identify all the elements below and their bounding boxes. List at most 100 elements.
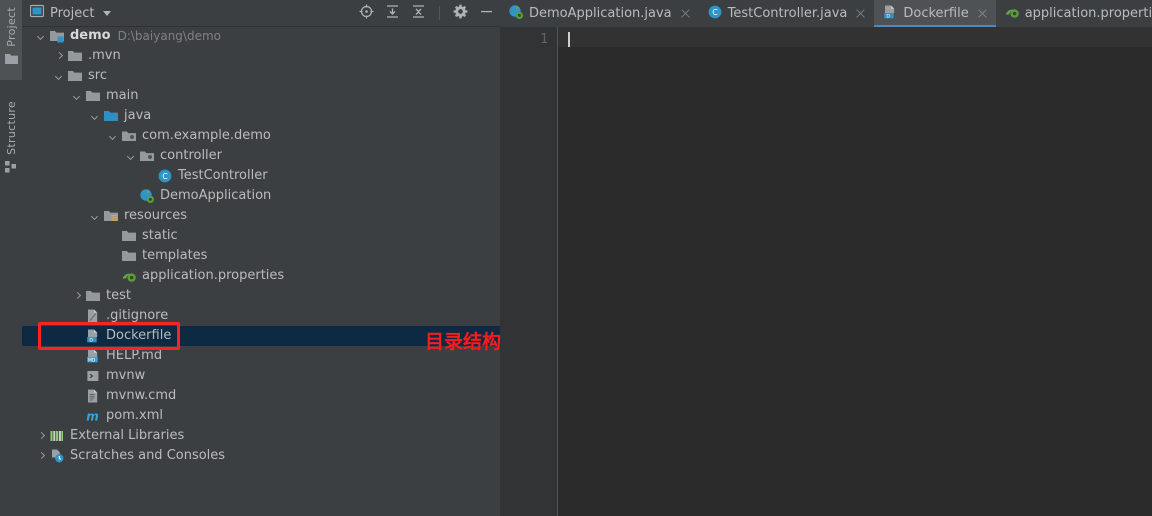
editor-tab-testcontroller-java[interactable]: C TestController.java (699, 0, 875, 27)
project-tree[interactable]: demo D:\baiyang\demo .mvn src main java … (22, 26, 500, 516)
docker-file-icon: D (882, 4, 898, 24)
tree-node-pom-xml[interactable]: m pom.xml (22, 406, 500, 426)
resource-root-folder-icon (103, 208, 119, 224)
tree-node-scratches-and-consoles[interactable]: Scratches and Consoles (22, 446, 500, 466)
editor-tab-dockerfile[interactable]: D Dockerfile (874, 0, 997, 27)
maven-pom-icon: m (85, 408, 101, 424)
tree-node-label: templates (142, 248, 208, 263)
chevron-down-icon[interactable] (72, 91, 83, 102)
line-number: 1 (540, 32, 548, 47)
tree-node-label: controller (160, 148, 223, 163)
svg-text:D: D (89, 337, 93, 343)
spring-properties-icon (121, 268, 137, 284)
text-caret (568, 32, 570, 47)
tool-window-button-structure-label: Structure (4, 101, 18, 155)
spring-properties-icon (1004, 4, 1020, 24)
tree-node-test[interactable]: test (22, 286, 500, 306)
tree-node-mvnw-cmd[interactable]: mvnw.cmd (22, 386, 500, 406)
close-icon[interactable] (977, 8, 988, 19)
java-class-icon: C (707, 4, 723, 24)
toolbar-divider (439, 6, 440, 20)
tree-node-mvnw[interactable]: mvnw (22, 366, 500, 386)
close-icon[interactable] (680, 8, 691, 19)
chevron-down-icon[interactable] (90, 111, 101, 122)
locate-in-tree-icon[interactable] (359, 4, 374, 23)
folder-icon (67, 48, 83, 64)
tree-node-label: pom.xml (106, 408, 163, 423)
tree-node-resources[interactable]: resources (22, 206, 500, 226)
external-libraries-icon (49, 428, 65, 444)
tree-node-label: TestController (178, 168, 268, 183)
project-panel-header: Project (22, 0, 500, 27)
tree-node-label: src (88, 68, 107, 83)
expand-all-icon[interactable] (385, 4, 400, 23)
collapse-all-icon[interactable] (411, 4, 426, 23)
tree-node-demo-application[interactable]: DemoApplication (22, 186, 500, 206)
tree-node-gitignore[interactable]: .gitignore (22, 306, 500, 326)
tree-node-label: Scratches and Consoles (70, 448, 226, 463)
tree-node-templates[interactable]: templates (22, 246, 500, 266)
svg-text:MD: MD (88, 357, 96, 363)
scratches-icon (49, 448, 65, 464)
editor-tab-label: DemoApplication.java (529, 6, 672, 21)
tree-node-main[interactable]: main (22, 86, 500, 106)
folder-icon (85, 88, 101, 104)
structure-window-icon (5, 160, 17, 176)
gitignore-file-icon (85, 308, 101, 324)
chevron-right-icon[interactable] (36, 451, 47, 462)
tree-node-external-libraries[interactable]: External Libraries (22, 426, 500, 446)
package-icon (139, 148, 155, 164)
svg-text:m: m (86, 410, 99, 424)
tree-node-src[interactable]: src (22, 66, 500, 86)
svg-text:D: D (887, 13, 891, 19)
tool-window-button-project[interactable]: Project (0, 0, 22, 80)
project-window-icon (4, 53, 18, 68)
editor-text-area[interactable] (558, 27, 1152, 516)
tree-node-label: main (106, 88, 139, 103)
close-icon[interactable] (855, 8, 866, 19)
tree-node-application-properties[interactable]: application.properties (22, 266, 500, 286)
tree-node-label: resources (124, 208, 188, 223)
editor-tab-bar: DemoApplication.java C TestController.ja… (500, 0, 1152, 27)
tree-node-label: mvnw.cmd (106, 388, 177, 403)
chevron-right-icon[interactable] (72, 291, 83, 302)
editor-current-line-highlight (558, 27, 1152, 47)
shell-script-icon (85, 368, 101, 384)
chevron-down-icon[interactable] (103, 10, 112, 16)
project-view-icon (29, 4, 45, 22)
chevron-down-icon[interactable] (54, 71, 65, 82)
project-panel-title-group[interactable]: Project (22, 4, 112, 22)
markdown-file-icon: MD (85, 348, 101, 364)
editor-tab-application-properties[interactable]: application.properties (996, 0, 1152, 27)
chevron-down-icon[interactable] (126, 151, 137, 162)
tree-node-package-controller[interactable]: controller (22, 146, 500, 166)
tree-node-label: HELP.md (106, 348, 163, 363)
tree-node-mvn[interactable]: .mvn (22, 46, 500, 66)
source-root-folder-icon (103, 108, 119, 124)
tool-window-button-structure[interactable]: Structure (0, 98, 22, 184)
chevron-down-icon[interactable] (108, 131, 119, 142)
chevron-down-icon[interactable] (90, 211, 101, 222)
folder-icon (121, 228, 137, 244)
editor-tab-demoapplication-java[interactable]: DemoApplication.java (500, 0, 699, 27)
tree-node-label: DemoApplication (160, 188, 272, 203)
docker-file-icon: D (85, 328, 101, 344)
idea-window: Project Structure Project demo D:\baiyan… (0, 0, 1152, 516)
chevron-right-icon[interactable] (36, 431, 47, 442)
tree-node-static[interactable]: static (22, 226, 500, 246)
minimize-icon[interactable] (479, 4, 494, 23)
java-class-icon: C (157, 168, 173, 184)
tree-node-label: mvnw (106, 368, 146, 383)
tree-node-path: D:\baiyang\demo (117, 29, 221, 43)
chevron-down-icon[interactable] (36, 31, 47, 42)
tree-node-package-com-example-demo[interactable]: com.example.demo (22, 126, 500, 146)
tree-node-java[interactable]: java (22, 106, 500, 126)
folder-icon (85, 288, 101, 304)
chevron-right-icon[interactable] (54, 51, 65, 62)
spring-boot-class-icon (139, 188, 155, 204)
tool-window-strip: Project Structure (0, 0, 23, 516)
tree-node-test-controller[interactable]: C TestController (22, 166, 500, 186)
tree-node-label: static (142, 228, 178, 243)
gear-icon[interactable] (453, 4, 468, 23)
tree-node-demo[interactable]: demo D:\baiyang\demo (22, 26, 500, 46)
